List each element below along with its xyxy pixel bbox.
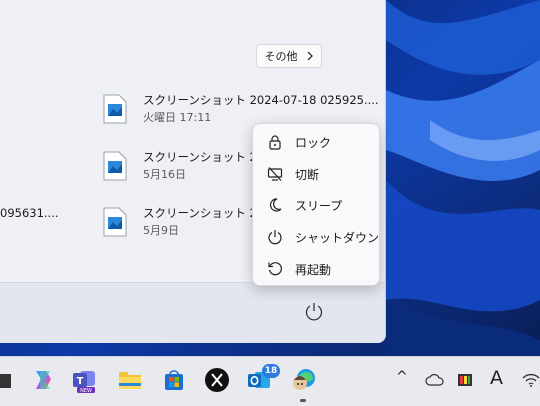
- cloud-icon[interactable]: [420, 365, 450, 395]
- recommended-item-time: 5月9日: [143, 224, 179, 237]
- svg-text:T: T: [77, 376, 84, 387]
- power-menu-label: スリープ: [295, 198, 343, 213]
- more-button[interactable]: その他: [256, 44, 322, 68]
- power-menu-item-disconnect[interactable]: 切断: [253, 159, 379, 189]
- recommended-item-time: 5月16日: [143, 168, 186, 181]
- image-file-icon: [103, 151, 127, 181]
- power-menu-label: ロック: [295, 135, 332, 150]
- lock-icon: [265, 132, 285, 152]
- power-menu-label: シャットダウン: [294, 230, 379, 245]
- edge-icon[interactable]: [289, 365, 319, 395]
- moon-icon: [265, 195, 285, 215]
- image-file-icon: [103, 207, 127, 237]
- power-menu-item-sleep[interactable]: スリープ: [253, 190, 379, 220]
- x-icon[interactable]: [202, 365, 232, 395]
- color-palette-icon[interactable]: [450, 365, 480, 395]
- more-button-label: その他: [264, 50, 298, 63]
- power-menu-item-lock[interactable]: ロック: [253, 127, 379, 157]
- running-indicator: [300, 399, 306, 402]
- file-explorer-icon[interactable]: [115, 365, 145, 395]
- notification-badge: 18: [262, 364, 280, 378]
- disconnect-icon: [265, 164, 285, 184]
- wifi-icon[interactable]: [516, 365, 540, 395]
- power-menu-label: 切断: [295, 167, 320, 182]
- recommended-item-time: 火曜日 17:11: [143, 111, 212, 124]
- recommended-item-name-truncated[interactable]: 095631....: [0, 206, 59, 220]
- power-menu-item-restart[interactable]: 再起動: [253, 254, 379, 284]
- ime-indicator[interactable]: A: [490, 367, 503, 389]
- teams-icon[interactable]: T NEW: [70, 365, 100, 395]
- taskbar-app-partial[interactable]: [0, 365, 20, 395]
- image-file-icon: [103, 94, 127, 124]
- show-hidden-icons-chevron[interactable]: ^: [396, 369, 408, 385]
- power-menu-item-shutdown[interactable]: シャットダウン: [253, 222, 379, 252]
- teams-new-badge: NEW: [80, 388, 92, 394]
- power-menu-label: 再起動: [295, 262, 332, 277]
- copilot-icon[interactable]: [28, 365, 58, 395]
- power-menu: ロック 切断 スリープ シャットダウン 再起動: [252, 123, 380, 286]
- power-icon: [265, 227, 285, 247]
- microsoft-store-icon[interactable]: [159, 365, 189, 395]
- power-icon[interactable]: [303, 301, 325, 323]
- restart-icon: [265, 259, 285, 279]
- recommended-item-name: スクリーンショット 2024-07-18 025925....: [143, 93, 379, 107]
- chevron-right-icon: [307, 51, 313, 61]
- start-menu-footer: [0, 282, 385, 343]
- app-icon: [0, 374, 11, 388]
